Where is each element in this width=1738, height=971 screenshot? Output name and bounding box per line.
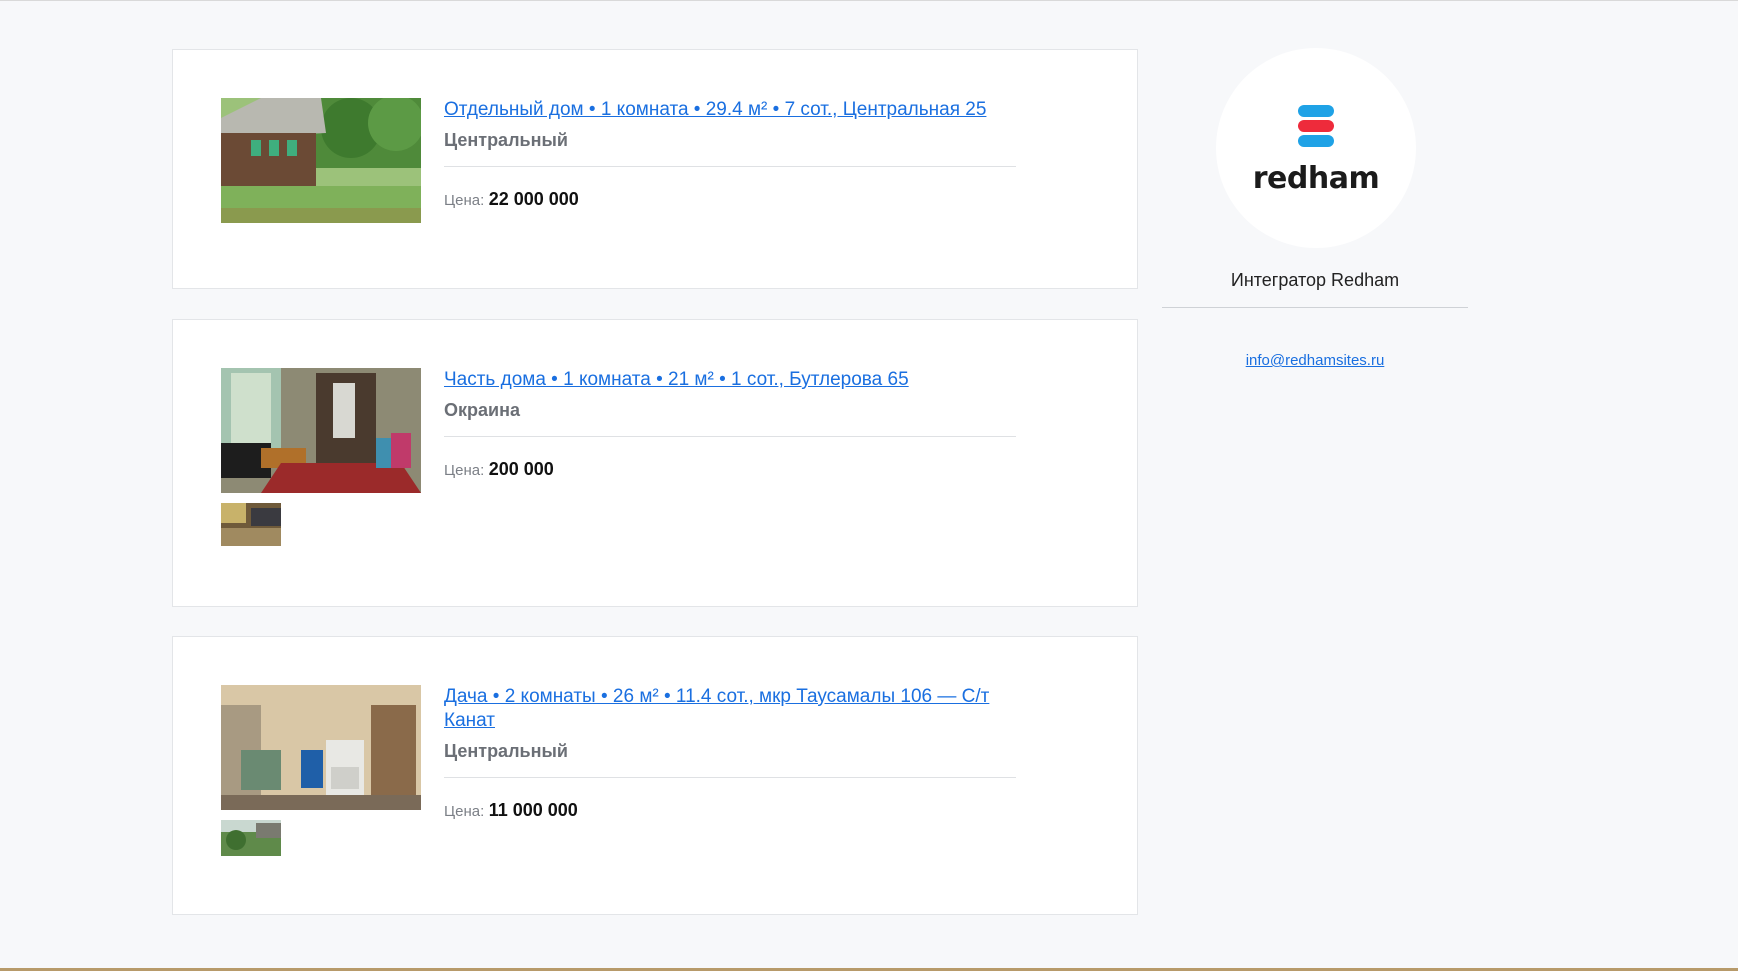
price-value: 22 000 000	[488, 189, 579, 209]
logo-text: redham	[1252, 161, 1380, 196]
price-value: 200 000	[488, 459, 554, 479]
listing-photo[interactable]	[221, 368, 421, 493]
redham-logo-icon	[1298, 105, 1334, 150]
agent-avatar: redham	[1216, 48, 1416, 248]
listing-photo[interactable]	[221, 98, 421, 223]
agent-email-link[interactable]: info@redhamsites.ru	[1162, 352, 1468, 369]
price-label: Цена:	[444, 192, 485, 209]
price-label: Цена:	[444, 803, 485, 820]
divider	[444, 166, 1016, 167]
listing-price: Цена: 11 000 000	[444, 798, 1016, 824]
listing-extra-photo[interactable]	[221, 503, 281, 546]
listing-district: Центральный	[444, 741, 568, 761]
price-label: Цена:	[444, 462, 485, 479]
listing-extra-photo[interactable]	[221, 820, 281, 856]
listing-price: Цена: 200 000	[444, 457, 1016, 483]
listing-card: Отдельный дом • 1 комната • 29.4 м² • 7 …	[172, 49, 1138, 289]
divider	[444, 777, 1016, 778]
listing-card: Дача • 2 комнаты • 26 м² • 11.4 сот., мк…	[172, 636, 1138, 915]
divider	[1162, 307, 1468, 308]
listing-district: Центральный	[444, 130, 568, 150]
listing-district: Окраина	[444, 400, 520, 420]
agent-name: Интегратор Redham	[1230, 270, 1400, 290]
listing-photo[interactable]	[221, 685, 421, 810]
divider	[444, 436, 1016, 437]
listing-price: Цена: 22 000 000	[444, 187, 1016, 213]
listing-title-link[interactable]: Часть дома • 1 комната • 21 м² • 1 сот.,…	[444, 368, 1016, 392]
price-value: 11 000 000	[488, 800, 578, 820]
listing-title-link[interactable]: Отдельный дом • 1 комната • 29.4 м² • 7 …	[444, 98, 1016, 122]
listing-title-link[interactable]: Дача • 2 комнаты • 26 м² • 11.4 сот., мк…	[444, 685, 1016, 733]
listing-card: Часть дома • 1 комната • 21 м² • 1 сот.,…	[172, 319, 1138, 607]
top-border	[0, 0, 1738, 1]
